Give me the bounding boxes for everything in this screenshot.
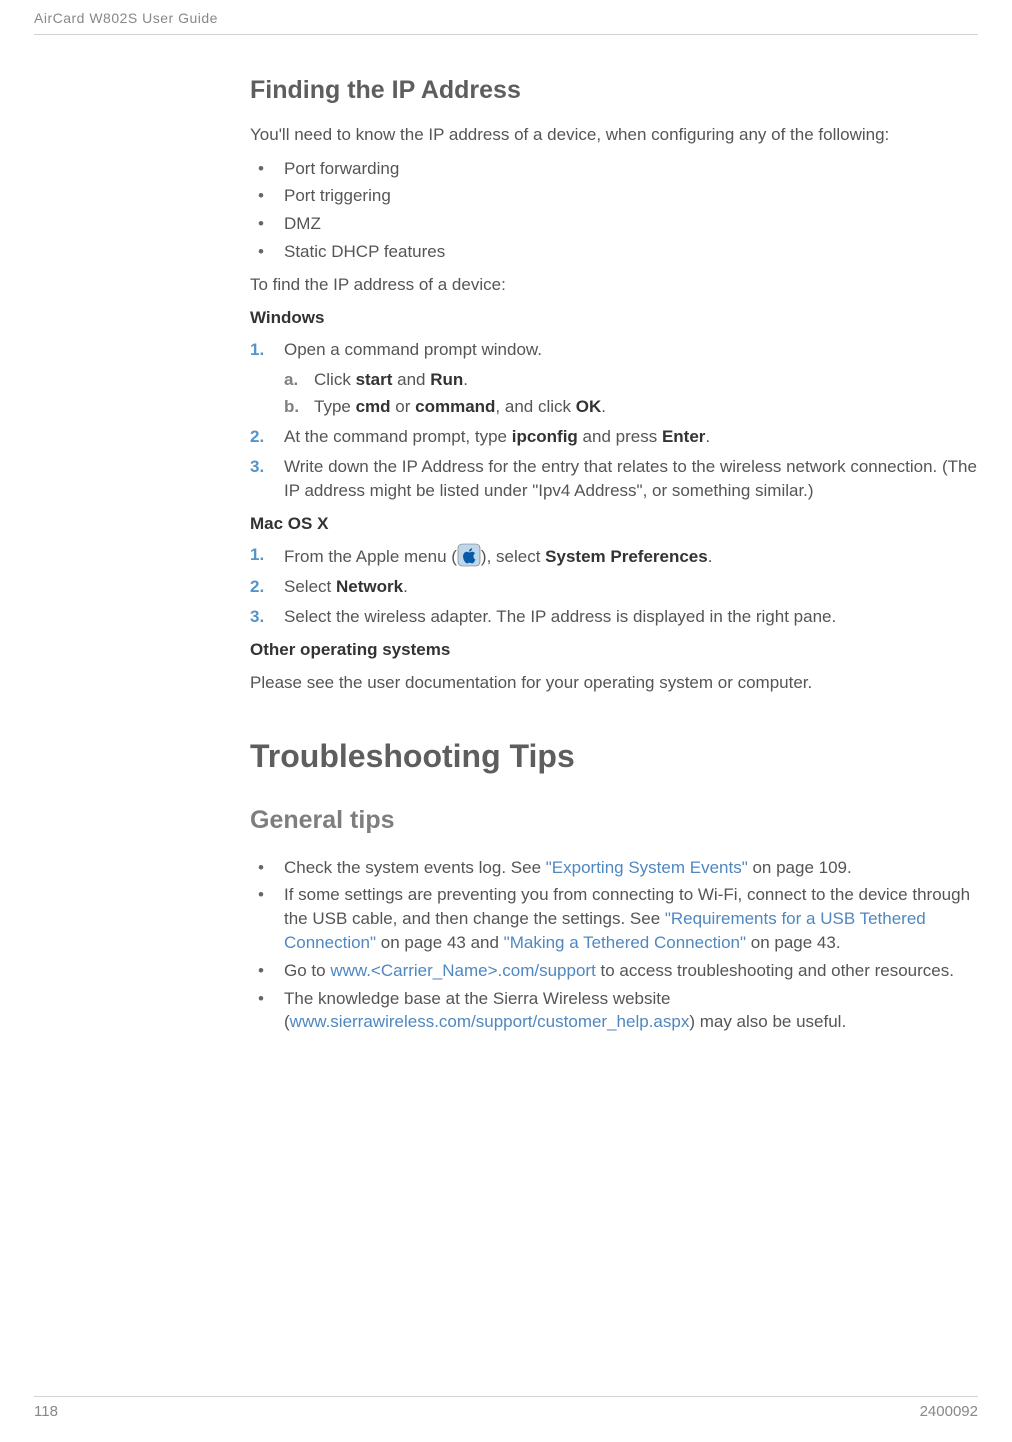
t: on page 43. <box>746 933 841 952</box>
t: , and click <box>495 397 575 416</box>
bold: command <box>415 397 495 416</box>
bold: Network <box>336 577 403 596</box>
list-item: Write down the IP Address for the entry … <box>250 455 978 503</box>
t: From the Apple menu ( <box>284 547 457 566</box>
os-heading-other: Other operating systems <box>250 639 978 662</box>
intro-paragraph: You'll need to know the IP address of a … <box>250 124 978 147</box>
link-exporting-system-events[interactable]: "Exporting System Events" <box>546 858 748 877</box>
subsection-title-general-tips: General tips <box>250 804 978 838</box>
t: ), select <box>481 547 545 566</box>
os-heading-windows: Windows <box>250 307 978 330</box>
lead-paragraph: To find the IP address of a device: <box>250 274 978 297</box>
list-item: Open a command prompt window. Click star… <box>250 338 978 419</box>
list-item: Go to www.<Carrier_Name>.com/support to … <box>250 959 978 983</box>
mac-steps: From the Apple menu ( ), select System Pr… <box>250 543 978 628</box>
t: to access troubleshooting and other reso… <box>596 961 954 980</box>
t: Go to <box>284 961 330 980</box>
list-item: Static DHCP features <box>250 240 978 264</box>
apple-icon <box>457 543 481 567</box>
other-os-text: Please see the user documentation for yo… <box>250 672 978 695</box>
link-carrier-support[interactable]: www.<Carrier_Name>.com/support <box>330 961 595 980</box>
t: Check the system events log. See <box>284 858 546 877</box>
list-item: Click start and Run. <box>284 368 978 392</box>
general-tips-bullets: Check the system events log. See "Export… <box>250 856 978 1035</box>
bold: start <box>356 370 393 389</box>
t: . <box>705 427 710 446</box>
os-heading-mac: Mac OS X <box>250 513 978 536</box>
bold: System Preferences <box>545 547 708 566</box>
list-item: At the command prompt, type ipconfig and… <box>250 425 978 449</box>
list-item: Check the system events log. See "Export… <box>250 856 978 880</box>
page-footer: 118 2400092 <box>34 1396 978 1420</box>
list-item: From the Apple menu ( ), select System Pr… <box>250 543 978 569</box>
t: ) may also be useful. <box>689 1012 846 1031</box>
bold: ipconfig <box>512 427 578 446</box>
t: . <box>403 577 408 596</box>
list-item: The knowledge base at the Sierra Wireles… <box>250 987 978 1035</box>
section-title-finding-ip: Finding the IP Address <box>250 74 978 108</box>
content-column: Finding the IP Address You'll need to kn… <box>250 64 978 1042</box>
t: . <box>601 397 606 416</box>
header-rule <box>34 34 978 35</box>
list-item: DMZ <box>250 212 978 236</box>
t: . <box>708 547 713 566</box>
list-item: If some settings are preventing you from… <box>250 883 978 954</box>
t: . <box>463 370 468 389</box>
bold: Enter <box>662 427 705 446</box>
bold: Run <box>430 370 463 389</box>
section-title-troubleshooting: Troubleshooting Tips <box>250 735 978 778</box>
list-item: Select the wireless adapter. The IP addr… <box>250 605 978 629</box>
t: on page 43 and <box>376 933 504 952</box>
page: AirCard W802S User Guide Finding the IP … <box>0 0 1012 1442</box>
t: Select <box>284 577 336 596</box>
running-header: AirCard W802S User Guide <box>34 10 194 26</box>
t: on page 109. <box>748 858 852 877</box>
link-making-tethered-connection[interactable]: "Making a Tethered Connection" <box>504 933 746 952</box>
feature-bullets: Port forwarding Port triggering DMZ Stat… <box>250 157 978 264</box>
document-id: 2400092 <box>920 1403 978 1420</box>
page-number: 118 <box>34 1403 58 1420</box>
link-sierra-knowledge-base[interactable]: www.sierrawireless.com/support/customer_… <box>290 1012 690 1031</box>
step-text: Open a command prompt window. <box>284 340 542 359</box>
windows-substeps: Click start and Run. Type cmd or command… <box>284 368 978 420</box>
list-item: Type cmd or command, and click OK. <box>284 395 978 419</box>
windows-steps: Open a command prompt window. Click star… <box>250 338 978 503</box>
t: Type <box>314 397 356 416</box>
list-item: Port forwarding <box>250 157 978 181</box>
bold: cmd <box>356 397 391 416</box>
t: Click <box>314 370 356 389</box>
t: and press <box>578 427 662 446</box>
list-item: Port triggering <box>250 184 978 208</box>
t: and <box>392 370 430 389</box>
list-item: Select Network. <box>250 575 978 599</box>
bold: OK <box>576 397 602 416</box>
t: At the command prompt, type <box>284 427 512 446</box>
t: or <box>391 397 416 416</box>
